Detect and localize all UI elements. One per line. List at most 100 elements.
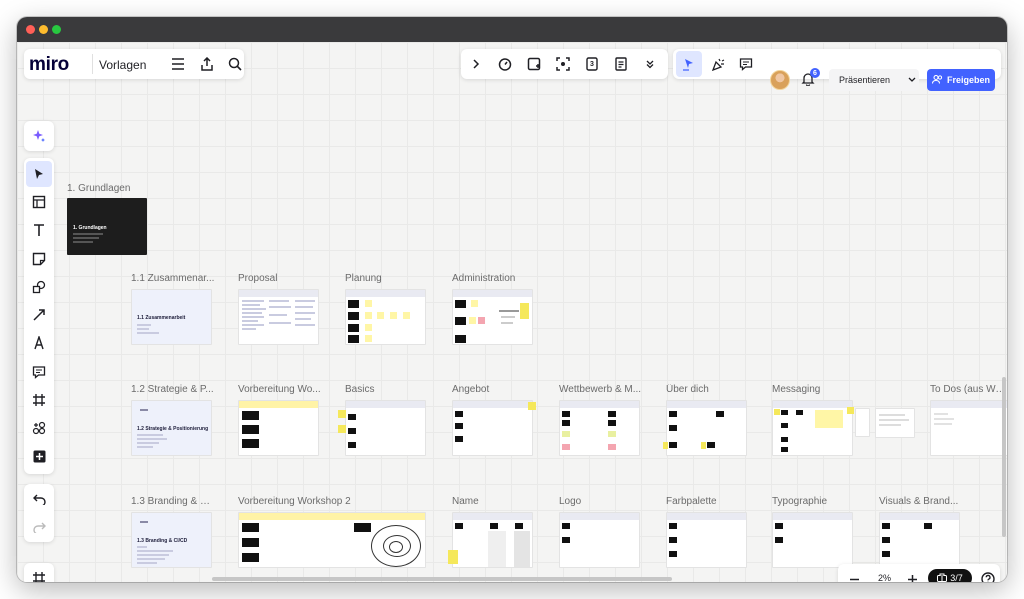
reactions-icon[interactable] xyxy=(705,51,731,77)
add-more-icon[interactable] xyxy=(26,443,52,469)
frame-planung[interactable] xyxy=(345,289,426,345)
close-window-button[interactable] xyxy=(26,25,35,34)
frame-label-todos[interactable]: To Dos (aus Wor... xyxy=(930,384,1007,395)
apps-icon[interactable] xyxy=(26,415,52,441)
side-note-card[interactable] xyxy=(855,408,870,437)
frame-administration[interactable] xyxy=(452,289,533,345)
sticky-note xyxy=(471,300,478,307)
frame-label-farbpalette[interactable]: Farbpalette xyxy=(666,496,750,507)
frame-label-planung[interactable]: Planung xyxy=(345,273,429,284)
focus-frame-icon[interactable] xyxy=(550,51,576,77)
text-line xyxy=(137,554,169,556)
text-line xyxy=(137,562,157,564)
text-tool-icon[interactable] xyxy=(26,217,52,243)
minimize-window-button[interactable] xyxy=(39,25,48,34)
expand-toolbar-icon[interactable] xyxy=(463,51,489,77)
frame-label-typographie[interactable]: Typographie xyxy=(772,496,856,507)
text-line xyxy=(137,546,147,548)
shapes-icon[interactable] xyxy=(26,274,52,300)
text-line xyxy=(137,550,173,552)
templates-icon[interactable] xyxy=(26,189,52,215)
frame-vorbereitung-ws2[interactable] xyxy=(238,512,426,568)
zoom-level[interactable]: 2% xyxy=(878,573,891,582)
cursor-tracking-icon[interactable] xyxy=(676,51,702,77)
frame-visuals[interactable] xyxy=(879,512,960,568)
frame-label-administration[interactable]: Administration xyxy=(452,273,536,284)
frame-basics[interactable] xyxy=(345,400,426,456)
frame-header xyxy=(453,513,532,520)
board-canvas[interactable]: miro Vorlagen 3 6 Präsentieren Freigeben… xyxy=(17,42,1007,582)
black-card xyxy=(882,537,890,543)
frame-vorbereitung-ws1[interactable] xyxy=(238,400,319,456)
black-card xyxy=(882,551,890,557)
counter-icon[interactable]: 3 xyxy=(579,51,605,77)
frame-label-proposal[interactable]: Proposal xyxy=(238,273,322,284)
frame-label-angebot[interactable]: Angebot xyxy=(452,384,536,395)
frames-list-icon[interactable] xyxy=(26,565,52,582)
frame-label-name[interactable]: Name xyxy=(452,496,536,507)
creation-toolbar xyxy=(24,158,54,474)
frame-farbpalette[interactable] xyxy=(666,512,747,568)
frame-label-basics[interactable]: Basics xyxy=(345,384,429,395)
sticky-note-voting-icon[interactable] xyxy=(521,51,547,77)
share-button[interactable]: Freigeben xyxy=(927,69,995,91)
sticky-note-icon[interactable] xyxy=(26,246,52,272)
frame-label-vorbereitung-ws2[interactable]: Vorbereitung Workshop 2 xyxy=(238,496,388,507)
connection-line-icon[interactable] xyxy=(26,302,52,328)
frame-label-messaging[interactable]: Messaging xyxy=(772,384,856,395)
frame-ueber-dich[interactable] xyxy=(666,400,747,456)
maximize-window-button[interactable] xyxy=(52,25,61,34)
vertical-scrollbar[interactable] xyxy=(1002,377,1006,537)
export-icon[interactable] xyxy=(194,51,220,77)
notes-icon[interactable] xyxy=(608,51,634,77)
frame-label-wettbewerb[interactable]: Wettbewerb & M... xyxy=(559,384,643,395)
frame-branding[interactable]: 1.3 Branding & CI/CD xyxy=(131,512,212,568)
timer-icon[interactable] xyxy=(492,51,518,77)
frame-label-grundlagen[interactable]: 1. Grundlagen xyxy=(67,183,157,194)
frame-grundlagen[interactable]: 1. Grundlagen xyxy=(67,198,147,255)
select-cursor-icon[interactable] xyxy=(26,161,52,187)
undo-icon[interactable] xyxy=(26,486,52,512)
frame-label-visuals[interactable]: Visuals & Brand... xyxy=(879,496,963,507)
frame-label-strategie[interactable]: 1.2 Strategie & P... xyxy=(131,384,215,395)
ai-panel xyxy=(24,121,54,151)
zoom-in-icon[interactable] xyxy=(899,566,925,582)
frame-header xyxy=(667,513,746,520)
more-tools-icon[interactable] xyxy=(637,51,663,77)
frame-wettbewerb[interactable] xyxy=(559,400,640,456)
frame-typographie[interactable] xyxy=(772,512,853,568)
present-button[interactable]: Präsentieren xyxy=(829,69,919,91)
user-avatar[interactable] xyxy=(770,70,790,90)
frame-zusammenarbeit[interactable]: 1.1 Zusammenarbeit xyxy=(131,289,212,345)
help-icon[interactable] xyxy=(975,566,1001,582)
frame-label-branding[interactable]: 1.3 Branding & Cl... xyxy=(131,496,215,507)
frame-angebot[interactable] xyxy=(452,400,533,456)
search-icon[interactable] xyxy=(222,51,248,77)
miro-logo[interactable]: miro xyxy=(29,54,69,76)
column-placeholder xyxy=(514,531,530,567)
board-name[interactable]: Vorlagen xyxy=(99,58,146,72)
frame-label-ueber-dich[interactable]: Über dich xyxy=(666,384,750,395)
frame-label-logo[interactable]: Logo xyxy=(559,496,643,507)
comment-tool-icon[interactable] xyxy=(26,359,52,385)
frame-todos[interactable] xyxy=(930,400,1007,456)
frame-label-zusammenarbeit[interactable]: 1.1 Zusammenar... xyxy=(131,273,215,284)
frame-name[interactable] xyxy=(452,512,533,568)
pen-icon[interactable] xyxy=(26,330,52,356)
frame-messaging[interactable] xyxy=(772,400,853,456)
zoom-out-icon[interactable] xyxy=(841,566,867,582)
frame-logo[interactable] xyxy=(559,512,640,568)
redo-icon[interactable] xyxy=(26,514,52,540)
frame-proposal[interactable] xyxy=(238,289,319,345)
frame-label-vorbereitung-ws1[interactable]: Vorbereitung Wo... xyxy=(238,384,322,395)
frame-tool-icon[interactable] xyxy=(26,387,52,413)
menu-icon[interactable] xyxy=(165,51,191,77)
side-note-card[interactable] xyxy=(875,408,915,438)
ai-sparkle-icon[interactable] xyxy=(26,123,52,149)
page-navigator[interactable]: 3/7 xyxy=(928,569,972,582)
horizontal-scrollbar[interactable] xyxy=(212,577,672,581)
black-card xyxy=(455,523,463,529)
text-line xyxy=(242,324,264,326)
comments-icon[interactable] xyxy=(733,51,759,77)
frame-strategie[interactable]: 1.2 Strategie & Positionierung xyxy=(131,400,212,456)
